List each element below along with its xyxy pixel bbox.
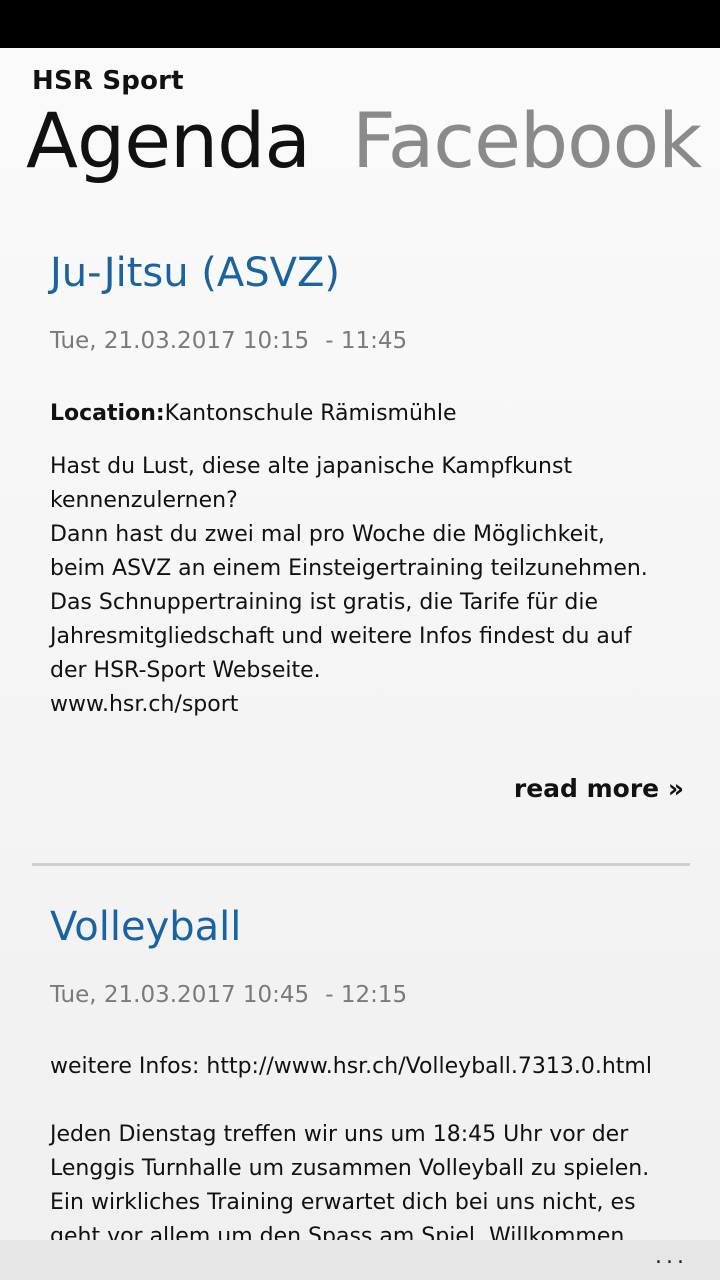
event-location: Location:Kantonschule Rämismühle [50, 399, 457, 429]
tab-facebook[interactable]: Facebook [352, 96, 702, 186]
location-value: Kantonschule Rämismühle [164, 401, 457, 426]
divider [32, 863, 690, 866]
read-more-link[interactable]: read more » [514, 772, 684, 806]
event-title[interactable]: Ju-Jitsu (ASVZ) [50, 248, 340, 298]
app-title: HSR Sport [32, 66, 184, 96]
event-time: Tue, 21.03.2017 10:45 - 12:15 [50, 980, 407, 1010]
app-bar: ... [0, 1240, 720, 1280]
agenda-list[interactable]: Ju-Jitsu (ASVZ) Tue, 21.03.2017 10:15 - 1… [0, 218, 720, 1240]
status-bar [0, 0, 720, 48]
event-date: Tue, 21.03.2017 10:15 [50, 328, 310, 354]
event-time: Tue, 21.03.2017 10:15 - 11:45 [50, 326, 407, 356]
app-header: HSR Sport Agenda Facebook [0, 48, 720, 218]
event-description: Hast du Lust, diese alte japanische Kamp… [50, 454, 648, 717]
event-end-time: - 12:15 [325, 982, 408, 1008]
event-date: Tue, 21.03.2017 10:45 [50, 982, 310, 1008]
tab-agenda[interactable]: Agenda [26, 96, 311, 186]
event-end-time: - 11:45 [325, 328, 408, 354]
event-description: weitere Infos: http://www.hsr.ch/Volleyb… [50, 1054, 652, 1240]
location-label: Location: [50, 401, 165, 426]
event-title[interactable]: Volleyball [50, 902, 241, 952]
more-options-button[interactable]: ... [655, 1244, 688, 1269]
